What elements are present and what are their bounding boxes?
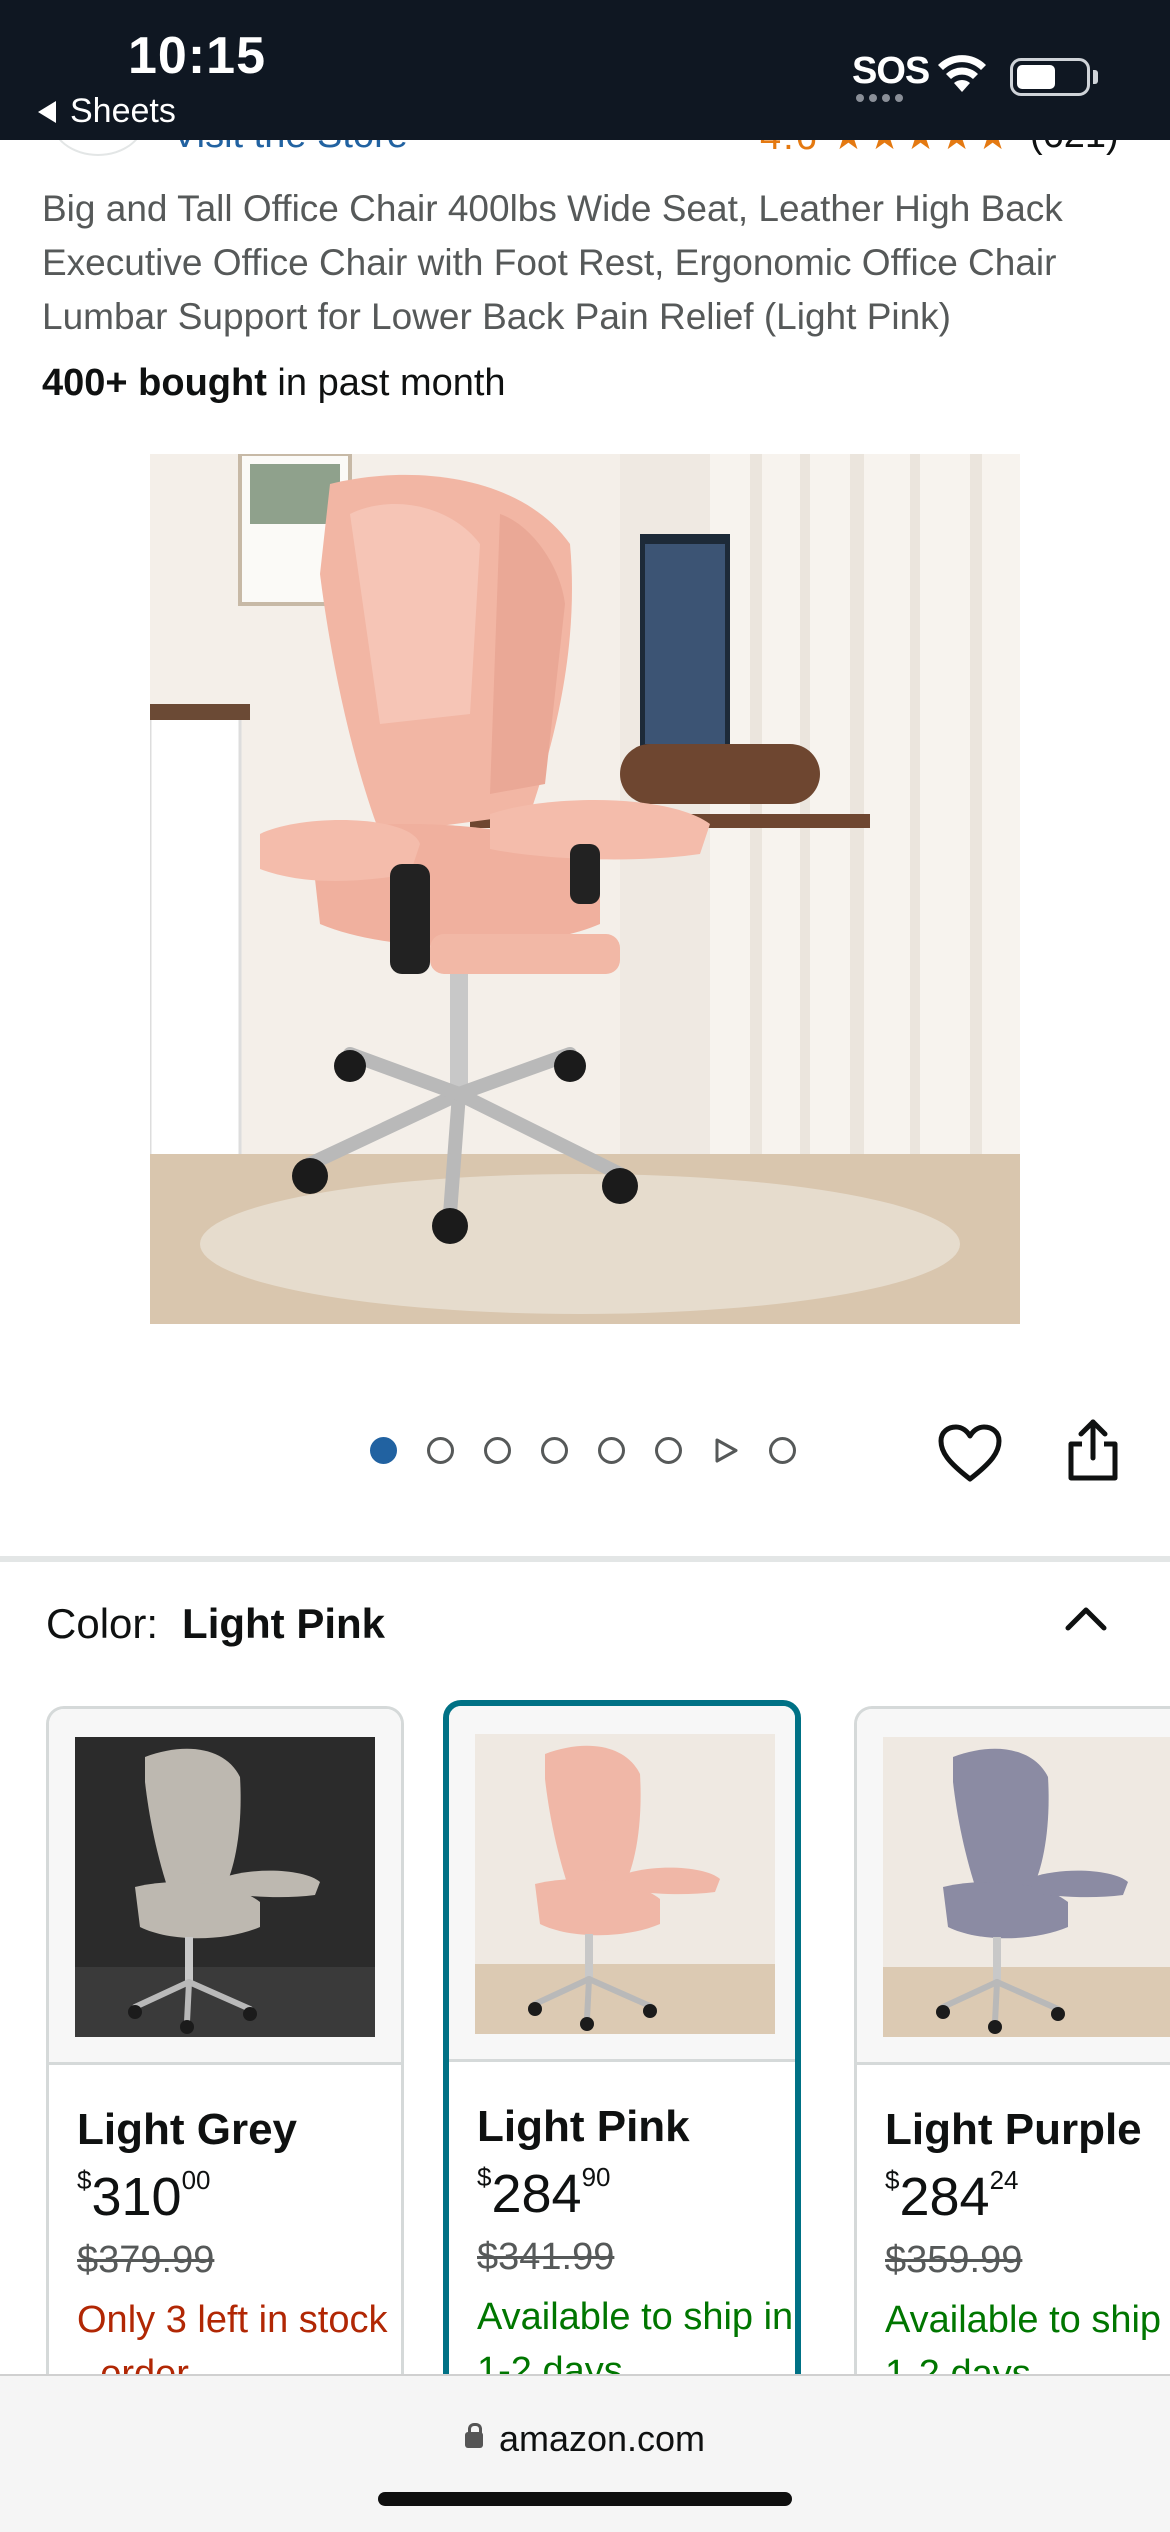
home-indicator[interactable] [378, 2492, 792, 2506]
chevron-up-icon[interactable] [1062, 1600, 1110, 1634]
pager-dot-4[interactable] [541, 1437, 568, 1464]
color-selected-value: Light Pink [182, 1600, 386, 1647]
image-pager[interactable] [370, 1437, 796, 1464]
swatch-list-price: $379.99 [77, 2239, 215, 2281]
swatch-image-frame [449, 1706, 795, 2062]
swatch-price: $28490 [477, 2162, 611, 2225]
pager-dot-8[interactable] [769, 1437, 796, 1464]
color-selector-header[interactable]: Color: Light Pink [46, 1600, 385, 1648]
star-rating[interactable]: 4.6 ★★★★★ [760, 140, 1012, 159]
swatch-chair-image [475, 1734, 775, 2034]
bought-suffix: in past month [266, 362, 506, 404]
swatch-availability: Available to ship in 1-2 days [477, 2296, 794, 2378]
visit-store-link[interactable]: Visit the Store [172, 140, 408, 157]
swatch-list-price: $359.99 [885, 2239, 1023, 2281]
pager-dot-5[interactable] [598, 1437, 625, 1464]
swatch-color-name: Light Purple [885, 2105, 1142, 2154]
swatch-price: $28424 [885, 2165, 1019, 2228]
swatch-chair-image [75, 1737, 375, 2037]
pager-dot-1[interactable] [370, 1437, 397, 1464]
price-whole: 310 [91, 2167, 182, 2227]
color-swatch-carousel[interactable]: Light Grey $31000 $379.99 Only 3 left in st… [0, 1698, 1170, 2378]
pager-dot-2[interactable] [427, 1437, 454, 1464]
swatch-color-name: Light Grey [77, 2105, 298, 2154]
price-fraction: 24 [989, 2165, 1019, 2195]
color-label: Color: [46, 1600, 159, 1647]
price-whole: 284 [899, 2167, 990, 2227]
store-avatar[interactable] [50, 140, 146, 156]
swatch-image-frame [857, 1709, 1170, 2065]
product-image[interactable] [150, 454, 1020, 1324]
price-symbol: $ [77, 2165, 92, 2195]
bought-badge: 400+ bought in past month [42, 362, 506, 405]
url-display[interactable]: amazon.com [0, 2418, 1170, 2460]
swatch-price: $31000 [77, 2165, 211, 2228]
share-icon[interactable] [1066, 1418, 1120, 1482]
heart-icon[interactable] [938, 1424, 1002, 1484]
pager-dot-3[interactable] [484, 1437, 511, 1464]
swatch-list-price: $341.99 [477, 2236, 615, 2278]
pager-video-play-icon[interactable] [712, 1437, 739, 1464]
scrolled-store-row: Visit the Store 4.6 ★★★★★ (621) [0, 140, 1170, 160]
signal-dots-icon [856, 94, 903, 102]
rating-count[interactable]: (621) [1030, 140, 1119, 157]
product-title: Big and Tall Office Chair 400lbs Wide Se… [42, 188, 1063, 337]
price-fraction: 00 [181, 2165, 211, 2195]
swatch-availability: Available to ship in 1-2 days [885, 2299, 1170, 2378]
price-fraction: 90 [581, 2162, 611, 2192]
swatch-image-frame [49, 1709, 401, 2065]
color-swatch-light-pink[interactable]: Light Pink $28490 $341.99 Available to ship… [443, 1700, 801, 2378]
sos-indicator: SOS [852, 50, 930, 92]
color-swatch-light-grey[interactable]: Light Grey $31000 $379.99 Only 3 left in st… [46, 1706, 404, 2378]
status-time: 10:15 [128, 27, 266, 85]
pager-dot-6[interactable] [655, 1437, 682, 1464]
swatch-chair-image [883, 1737, 1170, 2037]
battery-icon [1010, 58, 1090, 96]
color-swatch-light-purple[interactable]: Light Purple $28424 $359.99 Available to sh… [854, 1706, 1170, 2378]
swatch-availability: Only 3 left in stock - order… [77, 2299, 388, 2378]
browser-url-bar[interactable]: amazon.com [0, 2374, 1170, 2532]
wifi-icon [938, 55, 986, 92]
lock-icon [464, 2423, 483, 2452]
back-app-label: Sheets [70, 92, 176, 130]
url-text: amazon.com [498, 2418, 706, 2459]
status-bar: 10:15 Sheets SOS [0, 0, 1170, 140]
back-to-app-button[interactable]: Sheets [38, 92, 176, 131]
price-symbol: $ [885, 2165, 900, 2195]
section-divider [0, 1556, 1170, 1562]
back-arrow-icon [38, 100, 56, 123]
price-symbol: $ [477, 2162, 492, 2192]
price-whole: 284 [491, 2164, 582, 2224]
bought-count: 400+ bought [42, 362, 267, 404]
swatch-color-name: Light Pink [477, 2102, 690, 2151]
battery-tip [1093, 70, 1098, 84]
